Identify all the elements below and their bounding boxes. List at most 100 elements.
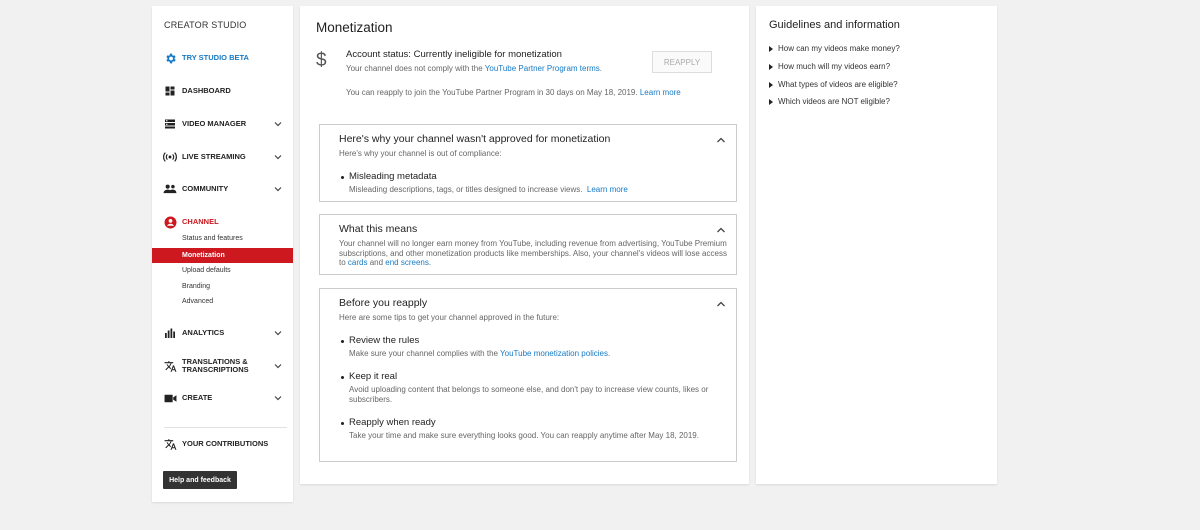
sidebar-item-dashboard[interactable]: DASHBOARD [152,80,293,102]
translate-icon [163,359,177,373]
sidebar-item-community[interactable]: COMMUNITY [152,178,293,200]
sidebar-subitem-advanced[interactable]: Advanced [152,294,293,309]
sidebar-item-video-manager[interactable]: VIDEO MANAGER [152,113,293,135]
section-paragraph: Your channel will no longer earn money f… [339,239,731,268]
sidebar: CREATOR STUDIO TRY STUDIO BETA DASHBOARD… [152,6,293,502]
sidebar-subitem-status-and-features[interactable]: Status and features [152,231,293,246]
guideline-item[interactable]: How much will my videos earn? [769,62,890,71]
section-heading: Before you reapply [339,297,428,309]
chevron-down-icon[interactable] [273,328,283,338]
triangle-right-icon [769,63,773,70]
tip-description: Avoid uploading content that belongs to … [349,385,709,404]
analytics-icon [163,326,177,340]
reapply-note: You can reapply to join the YouTube Part… [346,88,681,97]
channel-icon [163,215,177,229]
guidelines-title: Guidelines and information [769,19,900,31]
dashboard-icon [163,84,177,98]
cards-link[interactable]: cards [348,258,368,267]
contributions-icon [163,437,177,451]
sidebar-subitem-label: Status and features [182,235,243,242]
tip-title: Reapply when ready [341,417,436,428]
sidebar-divider [164,427,287,428]
sidebar-item-try-studio-beta[interactable]: TRY STUDIO BETA [152,47,293,69]
tip-description-end: . [607,349,611,358]
sidebar-subitem-label: Upload defaults [182,267,231,274]
gear-icon [163,51,177,65]
tip-title: Review the rules [340,335,420,346]
guideline-item-label: Which videos are NOT eligible? [778,97,890,106]
sidebar-item-label: TRANSLATIONS & TRANSCRIPTIONS [182,358,249,374]
sidebar-subitem-monetization[interactable]: Monetization [152,248,293,263]
account-status: Account status: Currently ineligible for… [346,49,562,60]
create-icon [163,391,177,405]
sidebar-item-label: YOUR CONTRIBUTIONS [182,439,269,448]
section-heading: Here's why your channel wasn't approved … [339,133,611,145]
account-status-detail: Your channel does not comply with the Yo… [346,64,602,73]
sidebar-item-label: ANALYTICS [182,328,225,337]
reapply-note-text: You can reapply to join the YouTube Part… [346,88,638,97]
sidebar-item-label: CREATE [182,393,213,402]
status-detail-end: . [599,64,603,73]
chevron-down-icon[interactable] [273,361,283,371]
sidebar-item-translations[interactable]: TRANSLATIONS & TRANSCRIPTIONS [152,355,293,377]
what-this-means-section: What this means Your channel will no lon… [319,214,737,275]
end-screens-link[interactable]: end screens [385,258,429,267]
dollar-icon: $ [316,50,327,71]
sidebar-subitem-label: Advanced [182,298,214,305]
sidebar-subitem-label: Monetization [182,252,225,259]
tip-title: Keep it real [340,371,398,382]
partner-program-terms-link[interactable]: YouTube Partner Program terms [485,64,600,73]
before-you-reapply-section: Before you reapply Here are some tips to… [319,288,737,462]
guideline-item-label: What types of videos are eligible? [778,80,898,89]
triangle-right-icon [769,98,773,105]
sidebar-subitem-upload-defaults[interactable]: Upload defaults [152,263,293,278]
guideline-item-label: How much will my videos earn? [778,62,891,71]
bullet-description-text: Misleading descriptions, tags, or titles… [349,185,583,194]
video-manager-icon [163,117,177,131]
triangle-right-icon [769,81,773,88]
section-subtext: Here's why your channel is out of compli… [339,149,502,158]
sidebar-item-label: COMMUNITY [182,184,229,193]
sidebar-item-create[interactable]: CREATE [152,387,293,409]
sidebar-subitem-label: Branding [182,283,211,290]
triangle-right-icon [769,45,773,52]
page-title: Monetization [316,20,393,35]
guideline-item[interactable]: How can my videos make money? [769,44,900,53]
chevron-up-icon[interactable] [716,300,726,308]
sidebar-item-label-line2: TRANSCRIPTIONS [182,365,249,374]
chevron-down-icon[interactable] [273,393,283,403]
live-streaming-icon [163,150,177,164]
tip-description: Make sure your channel complies with the… [349,349,729,359]
chevron-down-icon[interactable] [273,152,283,162]
bullet-description: Misleading descriptions, tags, or titles… [349,185,729,195]
sidebar-item-label: DASHBOARD [182,86,231,95]
guidelines-panel: Guidelines and information How can my vi… [756,6,997,484]
sidebar-title: CREATOR STUDIO [164,20,247,30]
chevron-down-icon[interactable] [273,119,283,129]
chevron-up-icon[interactable] [716,136,726,144]
tip-description-text: Make sure your channel complies with the [349,349,501,358]
guideline-item-label: How can my videos make money? [778,44,900,53]
sidebar-item-label: TRY STUDIO BETA [182,53,249,62]
guideline-item[interactable]: What types of videos are eligible? [769,80,898,89]
reapply-button[interactable]: REAPPLY [652,51,712,73]
tip-description: Take your time and make sure everything … [349,431,699,440]
monetization-panel: Monetization $ Account status: Currently… [300,6,749,484]
monetization-policies-link[interactable]: YouTube monetization policies [500,349,608,358]
learn-more-link[interactable]: Learn more [587,185,628,194]
help-and-feedback-button[interactable]: Help and feedback [163,471,237,489]
sidebar-item-your-contributions[interactable]: YOUR CONTRIBUTIONS [152,433,293,455]
community-icon [163,182,177,196]
sidebar-item-live-streaming[interactable]: LIVE STREAMING [152,146,293,168]
sidebar-subitem-branding[interactable]: Branding [152,279,293,294]
sidebar-item-label: VIDEO MANAGER [182,119,247,128]
chevron-up-icon[interactable] [716,226,726,234]
chevron-down-icon[interactable] [273,184,283,194]
sidebar-item-analytics[interactable]: ANALYTICS [152,322,293,344]
sidebar-item-channel[interactable]: CHANNEL [152,211,293,233]
guideline-item[interactable]: Which videos are NOT eligible? [769,97,890,106]
status-detail-text: Your channel does not comply with the [346,64,485,73]
section-heading: What this means [339,223,418,235]
learn-more-link[interactable]: Learn more [640,88,681,97]
sidebar-item-label: LIVE STREAMING [182,152,246,161]
